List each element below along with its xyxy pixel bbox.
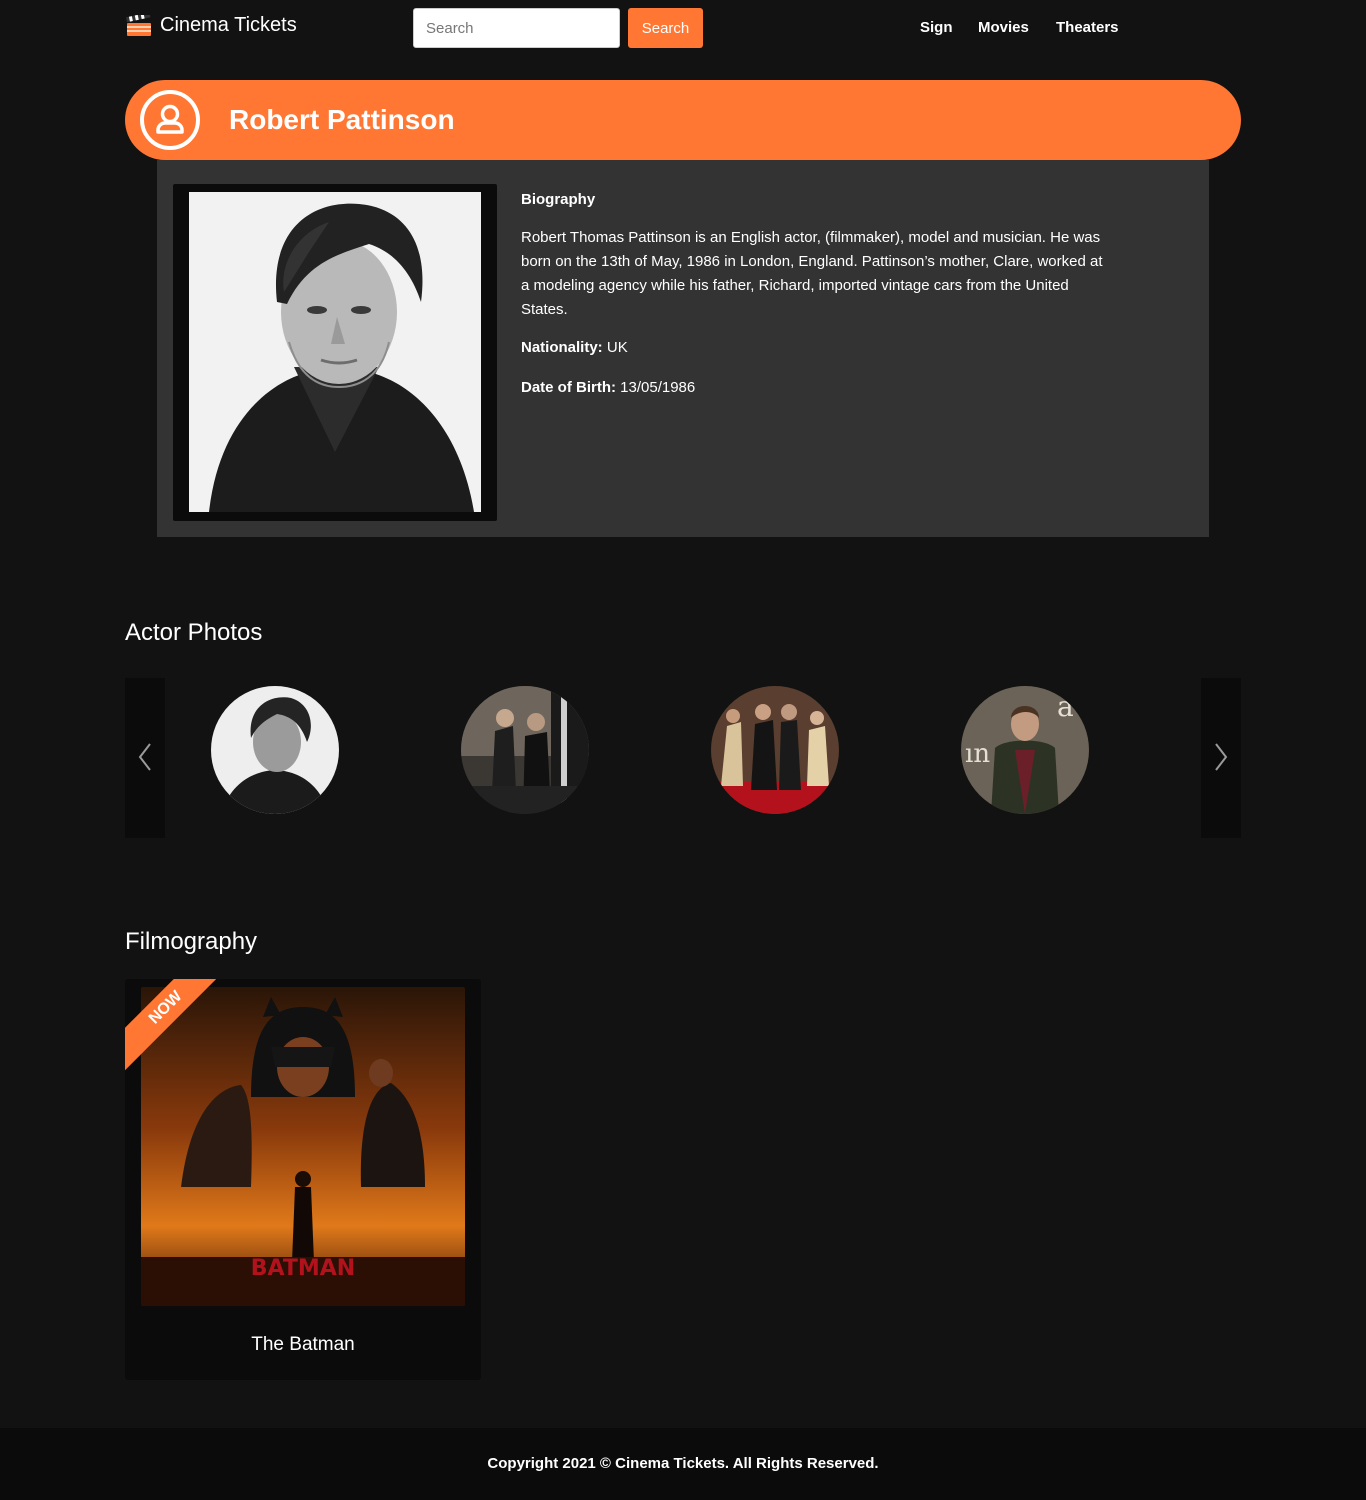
actor-details-card: Biography Robert Thomas Pattinson is an … (157, 160, 1209, 537)
brand-name: Cinema Tickets (160, 14, 297, 36)
actor-banner: Robert Pattinson (125, 80, 1241, 160)
nav-sign[interactable]: Sign (920, 19, 953, 36)
svg-text:BATMAN: BATMAN (251, 1256, 355, 1281)
film-card[interactable]: BATMAN NOW The Batman (125, 979, 481, 1380)
search-input[interactable] (413, 8, 620, 48)
actor-photos-title: Actor Photos (125, 619, 263, 646)
film-poster: BATMAN (141, 987, 465, 1306)
nav-movies[interactable]: Movies (978, 19, 1029, 36)
actor-photo-3[interactable] (711, 686, 839, 814)
user-icon (140, 90, 200, 150)
actor-portrait (189, 192, 481, 512)
film-title[interactable]: The Batman (125, 1334, 481, 1356)
chevron-left-icon (137, 742, 153, 775)
nationality-label: Nationality: (521, 339, 603, 356)
top-navbar: Cinema Tickets Search Sign Movies Theate… (0, 0, 1366, 56)
chevron-right-icon (1213, 742, 1229, 775)
clapperboard-icon (125, 11, 152, 37)
brand-logo[interactable]: Cinema Tickets (125, 11, 297, 37)
actor-photo-2[interactable] (461, 686, 589, 814)
dob-label: Date of Birth: (521, 379, 616, 396)
biography-heading: Biography (521, 191, 596, 208)
biography-section: Biography Robert Thomas Pattinson is an … (521, 188, 1111, 416)
portrait-frame (173, 184, 497, 521)
actor-photo-1[interactable] (211, 686, 339, 814)
actor-name: Robert Pattinson (229, 104, 455, 135)
actor-photo-4[interactable]: ın a (961, 686, 1089, 814)
carousel-prev-button[interactable] (125, 678, 165, 838)
filmography-title: Filmography (125, 928, 258, 955)
dob-row: Date of Birth: 13/05/1986 (521, 376, 1111, 400)
nationality-value: UK (606, 339, 628, 356)
dob-value: 13/05/1986 (620, 379, 696, 396)
biography-text: Robert Thomas Pattinson is an English ac… (521, 229, 1103, 318)
nav-theaters[interactable]: Theaters (1056, 19, 1119, 36)
carousel-next-button[interactable] (1201, 678, 1241, 838)
svg-text:ın: ın (965, 739, 990, 769)
copyright-text: Copyright 2021 © Cinema Tickets. All Rig… (487, 1455, 879, 1472)
photo-carousel: ın a (125, 678, 1241, 838)
nationality-row: Nationality: UK (521, 336, 1111, 360)
search-button[interactable]: Search (628, 8, 703, 48)
svg-text:a: a (1057, 690, 1074, 723)
footer: Copyright 2021 © Cinema Tickets. All Rig… (0, 1428, 1366, 1500)
